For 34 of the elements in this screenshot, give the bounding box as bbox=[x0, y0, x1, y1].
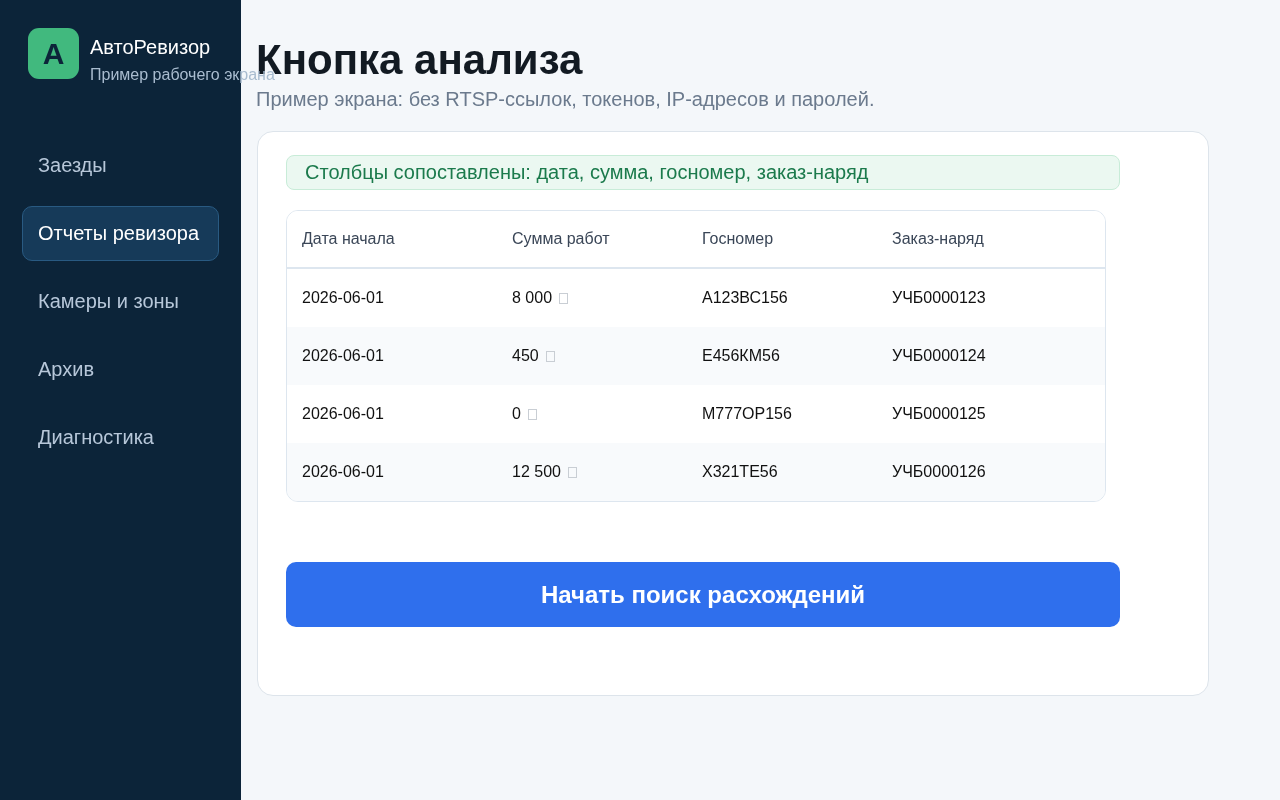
table-cell: 2026-06-01 bbox=[302, 463, 384, 481]
table-cell: 2026-06-01 bbox=[302, 405, 384, 423]
table-cell: 2026-06-01 bbox=[302, 347, 384, 365]
table-cell: 450 bbox=[512, 347, 539, 365]
column-header: Сумма работ bbox=[512, 230, 610, 248]
column-header: Госномер bbox=[702, 230, 774, 248]
table-cell: А123ВС156 bbox=[702, 289, 788, 307]
table-cell: 0 bbox=[512, 405, 521, 423]
table-cell: 2026-06-01 bbox=[302, 289, 384, 307]
nav-item[interactable]: Камеры и зоны bbox=[22, 274, 219, 329]
table-cell: М777ОР156 bbox=[702, 405, 792, 423]
table-cell: УЧБ0000123 bbox=[892, 289, 986, 307]
column-header: Заказ-наряд bbox=[892, 230, 984, 248]
square-icon bbox=[545, 350, 555, 362]
square-icon bbox=[567, 466, 577, 478]
square-icon bbox=[559, 292, 569, 304]
nav-item[interactable]: Отчеты ревизора bbox=[22, 206, 219, 261]
mapping-notice: Столбцы сопоставлены: дата, сумма, госномер, заказ-наряд bbox=[286, 155, 1120, 190]
square-icon bbox=[527, 408, 537, 420]
table-cell: 8 000 bbox=[512, 289, 553, 307]
app-name: АвтоРевизор bbox=[90, 35, 211, 59]
table-cell: Е456КМ56 bbox=[702, 347, 780, 365]
table-cell: УЧБ0000125 bbox=[892, 405, 986, 423]
table-cell: Х321ТЕ56 bbox=[702, 463, 778, 481]
start-search-button[interactable]: Начать поиск расхождений bbox=[286, 562, 1120, 627]
table-cell: 12 500 bbox=[512, 463, 561, 481]
nav-item[interactable]: Диагностика bbox=[22, 410, 219, 465]
page-subtitle: Пример экрана: без RTSP-ссылок, токенов, IP-адресов и паролей. bbox=[256, 87, 876, 111]
app-logo: А bbox=[28, 28, 79, 79]
table-cell: УЧБ0000124 bbox=[892, 347, 986, 365]
table-cell: УЧБ0000126 bbox=[892, 463, 986, 481]
nav-item[interactable]: Заезды bbox=[22, 138, 219, 193]
column-header: Дата начала bbox=[302, 230, 395, 248]
nav-item[interactable]: Архив bbox=[22, 342, 219, 397]
